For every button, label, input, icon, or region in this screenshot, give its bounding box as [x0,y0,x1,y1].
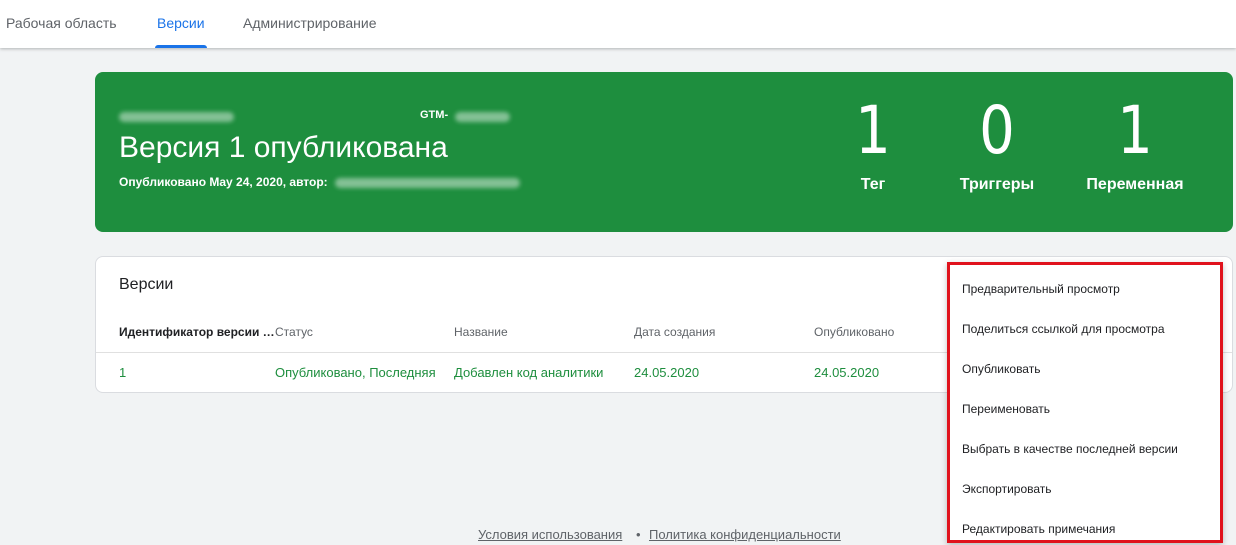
versions-card-title: Версии [119,276,174,293]
privacy-link[interactable]: Политика конфиденциальности [649,527,841,542]
menu-item-publish[interactable]: Опубликовать [950,355,1220,395]
stat-triggers-label: Триггеры [959,176,1035,193]
cell-created[interactable]: 24.05.2020 [634,365,699,380]
footer-separator: • [636,527,641,542]
stat-triggers: 0 Триггеры [927,94,1067,194]
stat-tags: 1 Тег [803,94,943,194]
column-header-version-id[interactable]: Идентификатор версии … [119,325,275,339]
stat-variables: 1 Переменная [1065,94,1205,194]
cell-name[interactable]: Добавлен код аналитики [454,365,603,380]
cell-status[interactable]: Опубликовано, Последняя [275,365,436,380]
container-id-redacted [455,112,510,122]
column-header-created[interactable]: Дата создания [634,325,715,339]
stat-variables-label: Переменная [1086,176,1184,193]
top-navigation: Рабочая область Версии Администрирование [0,0,1236,48]
container-id-label: GTM- [420,109,449,121]
column-header-published[interactable]: Опубликовано [814,325,894,339]
column-header-status[interactable]: Статус [275,325,313,339]
menu-item-share-preview[interactable]: Поделиться ссылкой для просмотра [950,315,1220,355]
account-name-redacted [119,112,234,122]
column-header-name[interactable]: Название [454,325,508,339]
stat-tags-count: 1 [855,92,891,169]
tab-workspace[interactable]: Рабочая область [6,0,117,48]
menu-item-edit-notes[interactable]: Редактировать примечания [950,515,1220,545]
menu-item-export[interactable]: Экспортировать [950,475,1220,515]
terms-link[interactable]: Условия использования [478,527,622,542]
published-info: Опубликовано May 24, 2020, автор: [119,175,328,189]
tab-versions[interactable]: Версии [155,0,207,48]
cell-published[interactable]: 24.05.2020 [814,365,879,380]
menu-item-rename[interactable]: Переименовать [950,395,1220,435]
stat-tags-label: Тег [860,176,886,193]
cell-version-id[interactable]: 1 [119,365,126,380]
version-summary-banner: GTM- Версия 1 опубликована Опубликовано … [95,72,1233,232]
menu-item-preview[interactable]: Предварительный просмотр [950,275,1220,315]
author-email-redacted [335,178,520,188]
menu-item-set-latest[interactable]: Выбрать в качестве последней версии [950,435,1220,475]
page-title: Версия 1 опубликована [119,131,448,164]
stat-variables-count: 1 [1117,92,1153,169]
version-actions-menu: Предварительный просмотр Поделиться ссыл… [947,262,1223,543]
tab-admin[interactable]: Администрирование [243,0,377,48]
stat-triggers-count: 0 [979,92,1015,169]
